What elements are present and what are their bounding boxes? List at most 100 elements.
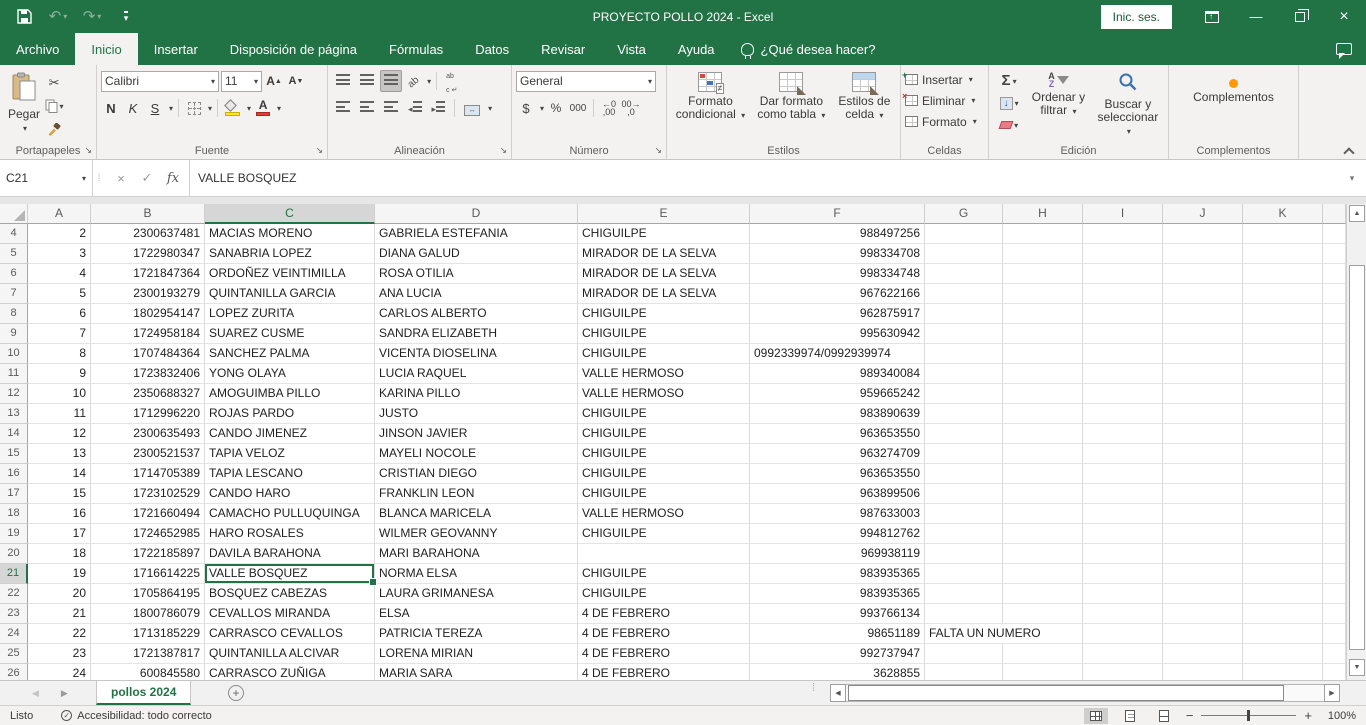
- cell-H15[interactable]: [1003, 444, 1083, 464]
- cell-C7[interactable]: QUINTANILLA GARCIA: [205, 284, 375, 304]
- cell-G4[interactable]: [925, 224, 1003, 244]
- normal-view-icon[interactable]: [1084, 708, 1108, 724]
- cell-D14[interactable]: JINSON JAVIER: [375, 424, 578, 444]
- insert-function-icon[interactable]: fx: [161, 166, 185, 190]
- cell-B16[interactable]: 1714705389: [91, 464, 205, 484]
- cell-J9[interactable]: [1163, 324, 1243, 344]
- row-header-24[interactable]: 24: [0, 624, 28, 644]
- delete-cells-button[interactable]: × Eliminar▾: [905, 90, 984, 111]
- cell-E19[interactable]: CHIGUILPE: [578, 524, 750, 544]
- cell-C9[interactable]: SUAREZ CUSME: [205, 324, 375, 344]
- row-header-26[interactable]: 26: [0, 664, 28, 680]
- cell-H22[interactable]: [1003, 584, 1083, 604]
- row-header-20[interactable]: 20: [0, 544, 28, 564]
- cell-K14[interactable]: [1243, 424, 1323, 444]
- cell-D13[interactable]: JUSTO: [375, 404, 578, 424]
- cell-I7[interactable]: [1083, 284, 1163, 304]
- cell-partial-4[interactable]: [1323, 224, 1346, 244]
- cell-D10[interactable]: VICENTA DIOSELINA: [375, 344, 578, 364]
- cell-E12[interactable]: VALLE HERMOSO: [578, 384, 750, 404]
- cell-K26[interactable]: [1243, 664, 1323, 680]
- cell-partial-6[interactable]: [1323, 264, 1346, 284]
- cell-I16[interactable]: [1083, 464, 1163, 484]
- tab-disposici-n-de-p-gina[interactable]: Disposición de página: [214, 33, 373, 65]
- cell-I25[interactable]: [1083, 644, 1163, 664]
- orientation-dropdown-icon[interactable]: ▾: [427, 77, 431, 86]
- cell-F24[interactable]: 98651189: [750, 624, 925, 644]
- collapse-ribbon-icon[interactable]: [1344, 147, 1352, 155]
- row-header-17[interactable]: 17: [0, 484, 28, 504]
- cell-G24[interactable]: FALTA UN NUMERO: [925, 624, 1003, 644]
- cell-D9[interactable]: SANDRA ELIZABETH: [375, 324, 578, 344]
- cell-D17[interactable]: FRANKLIN LEON: [375, 484, 578, 504]
- page-layout-view-icon[interactable]: [1118, 708, 1142, 724]
- cell-A21[interactable]: 19: [28, 564, 91, 584]
- zoom-slider[interactable]: [1201, 715, 1296, 716]
- tab-archivo[interactable]: Archivo: [0, 33, 75, 65]
- cell-C5[interactable]: SANABRIA LOPEZ: [205, 244, 375, 264]
- cell-J12[interactable]: [1163, 384, 1243, 404]
- percent-format-icon[interactable]: %: [546, 98, 566, 118]
- increase-decimal-icon[interactable]: ←0,00: [599, 98, 619, 118]
- scroll-down-icon[interactable]: ▼: [1349, 659, 1365, 676]
- cell-J19[interactable]: [1163, 524, 1243, 544]
- orientation-icon[interactable]: ab: [404, 70, 423, 92]
- ribbon-display-options-icon[interactable]: [1190, 0, 1234, 33]
- underline-dropdown-icon[interactable]: ▾: [169, 104, 173, 113]
- tab-vista[interactable]: Vista: [601, 33, 662, 65]
- cell-D18[interactable]: BLANCA MARICELA: [375, 504, 578, 524]
- cell-F22[interactable]: 983935365: [750, 584, 925, 604]
- borders-icon[interactable]: [184, 98, 204, 118]
- column-header-C[interactable]: C: [205, 204, 375, 224]
- cell-partial-18[interactable]: [1323, 504, 1346, 524]
- cell-K11[interactable]: [1243, 364, 1323, 384]
- cell-C4[interactable]: MACIAS MORENO: [205, 224, 375, 244]
- row-header-9[interactable]: 9: [0, 324, 28, 344]
- cell-partial-19[interactable]: [1323, 524, 1346, 544]
- borders-dropdown-icon[interactable]: ▾: [208, 104, 212, 113]
- cell-D12[interactable]: KARINA PILLO: [375, 384, 578, 404]
- cell-J21[interactable]: [1163, 564, 1243, 584]
- cell-B22[interactable]: 1705864195: [91, 584, 205, 604]
- cell-B14[interactable]: 2300635493: [91, 424, 205, 444]
- cell-I17[interactable]: [1083, 484, 1163, 504]
- cell-C6[interactable]: ORDOÑEZ VEINTIMILLA: [205, 264, 375, 284]
- row-header-21[interactable]: 21: [0, 564, 28, 584]
- cell-K10[interactable]: [1243, 344, 1323, 364]
- cell-E8[interactable]: CHIGUILPE: [578, 304, 750, 324]
- cell-F21[interactable]: 983935365: [750, 564, 925, 584]
- scroll-left-icon[interactable]: ◀: [830, 684, 846, 702]
- cell-J22[interactable]: [1163, 584, 1243, 604]
- row-header-14[interactable]: 14: [0, 424, 28, 444]
- cell-F12[interactable]: 959665242: [750, 384, 925, 404]
- cell-A26[interactable]: 24: [28, 664, 91, 680]
- vertical-scrollbar[interactable]: ▲ ▼: [1346, 204, 1366, 680]
- cell-H12[interactable]: [1003, 384, 1083, 404]
- cell-I20[interactable]: [1083, 544, 1163, 564]
- cell-partial-13[interactable]: [1323, 404, 1346, 424]
- cell-D24[interactable]: PATRICIA TEREZA: [375, 624, 578, 644]
- sign-in-button[interactable]: Inic. ses.: [1101, 5, 1172, 29]
- insert-cells-button[interactable]: + Insertar▾: [905, 69, 984, 90]
- cell-C18[interactable]: CAMACHO PULLUQUINGA: [205, 504, 375, 524]
- cell-G7[interactable]: [925, 284, 1003, 304]
- customize-qat-icon[interactable]: ▾: [116, 7, 136, 27]
- cell-I24[interactable]: [1083, 624, 1163, 644]
- cell-C15[interactable]: TAPIA VELOZ: [205, 444, 375, 464]
- cell-partial-5[interactable]: [1323, 244, 1346, 264]
- cell-D7[interactable]: ANA LUCIA: [375, 284, 578, 304]
- column-header-B[interactable]: B: [91, 204, 205, 224]
- cell-partial-21[interactable]: [1323, 564, 1346, 584]
- cell-K7[interactable]: [1243, 284, 1323, 304]
- row-header-8[interactable]: 8: [0, 304, 28, 324]
- cell-partial-22[interactable]: [1323, 584, 1346, 604]
- decrease-indent-icon[interactable]: ◂: [404, 97, 426, 119]
- underline-button[interactable]: S: [145, 98, 165, 118]
- cell-C14[interactable]: CANDO JIMENEZ: [205, 424, 375, 444]
- vertical-scroll-thumb[interactable]: [1349, 265, 1365, 650]
- cell-I10[interactable]: [1083, 344, 1163, 364]
- cell-D5[interactable]: DIANA GALUD: [375, 244, 578, 264]
- cell-F5[interactable]: 998334708: [750, 244, 925, 264]
- cell-E23[interactable]: 4 DE FEBRERO: [578, 604, 750, 624]
- save-icon[interactable]: [14, 7, 34, 27]
